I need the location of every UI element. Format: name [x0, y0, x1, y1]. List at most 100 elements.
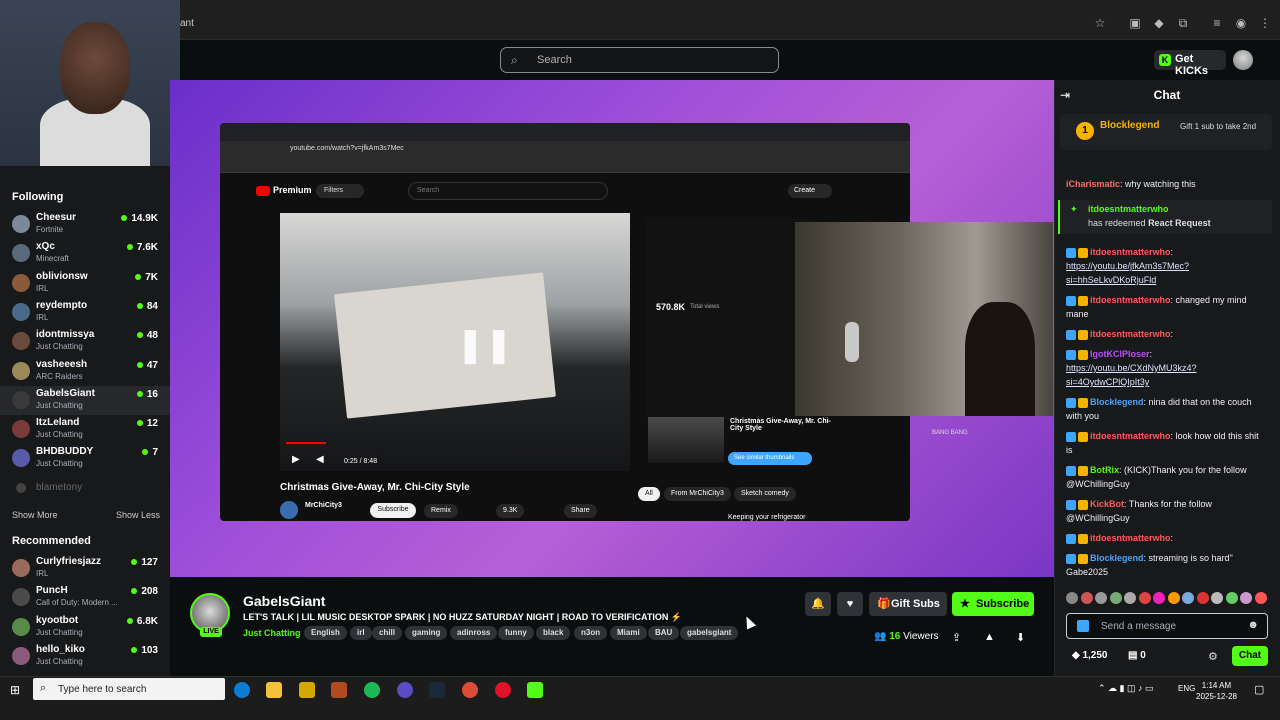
- emote-icon[interactable]: [1196, 592, 1209, 604]
- channel-points[interactable]: ◆ 1,250: [1072, 650, 1108, 661]
- chat-username[interactable]: KickBot: [1090, 499, 1124, 509]
- chat-username[interactable]: itdoesntmatterwho: [1090, 329, 1171, 339]
- app-icon-obs[interactable]: [331, 682, 347, 698]
- reading-list-icon[interactable]: ≡: [1210, 16, 1224, 30]
- tag-english[interactable]: English: [304, 626, 347, 640]
- chat-username[interactable]: IgotKClPloser: [1090, 349, 1150, 359]
- chat-link[interactable]: https://youtu.be/CXdNyMU3kz4?si=4OydwCPl…: [1066, 363, 1197, 387]
- streamer-name[interactable]: GabelsGiant: [243, 593, 325, 609]
- opera-icon[interactable]: [495, 682, 511, 698]
- emoji-icon[interactable]: ☻: [1247, 619, 1259, 631]
- emote-icon[interactable]: [1138, 592, 1151, 604]
- windows-start-icon[interactable]: ⊞: [10, 683, 20, 697]
- clock[interactable]: 1:14 AM 2025-12-28: [1196, 680, 1237, 702]
- taskbar-search[interactable]: ⌕ Type here to search: [33, 678, 225, 700]
- profile-icon[interactable]: ◉: [1234, 16, 1248, 30]
- share-icon[interactable]: ⇪: [952, 631, 961, 644]
- emote-icon[interactable]: [1225, 592, 1238, 604]
- menu-icon[interactable]: ⋮: [1258, 16, 1272, 30]
- tag-n3on[interactable]: n3on: [574, 626, 608, 640]
- tag-black[interactable]: black: [536, 626, 571, 640]
- chat-username[interactable]: BotRix: [1090, 465, 1119, 475]
- user-avatar[interactable]: [1233, 50, 1253, 70]
- emote-icon[interactable]: [1066, 592, 1078, 604]
- spotify-icon[interactable]: [364, 682, 380, 698]
- chat-send-button[interactable]: Chat: [1232, 646, 1268, 666]
- report-icon[interactable]: ▲: [984, 631, 995, 643]
- tray-icons[interactable]: ⌃ ☁ ▮ ◫ ♪ ▭: [1098, 683, 1154, 694]
- chat-username[interactable]: Blocklegend: [1090, 397, 1144, 407]
- chat-input[interactable]: Send a message ☻: [1066, 613, 1268, 639]
- sidebar-recommended-1[interactable]: PuncH Call of Duty: Modern ... 208: [0, 583, 170, 612]
- language-indicator[interactable]: ENG: [1178, 684, 1195, 693]
- chat-username[interactable]: itdoesntmatterwho: [1090, 431, 1171, 441]
- sidebar-recommended-3[interactable]: hello_kiko Just Chatting 103: [0, 642, 170, 671]
- chat-username[interactable]: itdoesntmatterwho: [1090, 247, 1171, 257]
- sidebar-following-0[interactable]: Cheesur Fortnite 14.9K: [0, 210, 170, 239]
- emote-icon[interactable]: [1240, 592, 1252, 604]
- browser-tab-title[interactable]: ant: [180, 18, 194, 29]
- sidebar-following-1[interactable]: xQc Minecraft 7.6K: [0, 239, 170, 268]
- extension-icon-2[interactable]: ◆: [1152, 16, 1166, 30]
- get-kicks-button[interactable]: K Get KICKs: [1154, 50, 1226, 77]
- sidebar-following-7[interactable]: ItzLeland Just Chatting 12: [0, 415, 170, 444]
- chat-username[interactable]: iCharismatic: [1066, 179, 1120, 189]
- chat-link[interactable]: https://youtu.be/jfkAm3s7Mec?si=hhSeLkvD…: [1066, 261, 1189, 285]
- sidebar-following-8[interactable]: BHDBUDDY Just Chatting 7: [0, 444, 170, 473]
- badge-icon: [1078, 397, 1088, 408]
- tag-bau[interactable]: BAU: [648, 626, 680, 640]
- tag-irl[interactable]: irl: [350, 626, 372, 640]
- emote-icon[interactable]: [1153, 592, 1165, 604]
- emote-icon[interactable]: [1109, 592, 1122, 604]
- extension-icon[interactable]: ▣: [1128, 16, 1142, 30]
- follow-heart-button[interactable]: ♥: [837, 592, 863, 616]
- steam-icon[interactable]: [429, 682, 445, 698]
- tag-gabelsgiant[interactable]: gabelsgiant: [680, 626, 739, 640]
- sidebar-following-4[interactable]: idontmissya Just Chatting 48: [0, 327, 170, 356]
- star-icon[interactable]: ☆: [1093, 16, 1107, 30]
- tag-gaming[interactable]: gaming: [405, 626, 448, 640]
- chat-settings-gear-icon[interactable]: ⚙: [1208, 650, 1218, 663]
- search-input[interactable]: ⌕ Search: [500, 47, 779, 73]
- kick-app-icon[interactable]: [527, 682, 543, 698]
- file-explorer-icon[interactable]: [266, 682, 282, 698]
- bell-icon[interactable]: 🔔: [805, 592, 831, 616]
- show-more-link[interactable]: Show More: [12, 510, 58, 520]
- sidebar-following-3[interactable]: reydempto IRL 84: [0, 298, 170, 327]
- emote-icon[interactable]: [1254, 592, 1267, 604]
- clip-icon[interactable]: ⬇: [1016, 631, 1025, 644]
- tag-chill[interactable]: chill: [372, 626, 403, 640]
- pinned-gift-banner[interactable]: 1 Blocklegend Gift 1 sub to take 2nd: [1060, 114, 1272, 150]
- edge-icon[interactable]: [234, 682, 250, 698]
- subscribe-button[interactable]: ★ Subscribe: [952, 592, 1034, 616]
- chat-username[interactable]: itdoesntmatterwho: [1090, 295, 1171, 305]
- app-icon-purple[interactable]: [397, 682, 413, 698]
- emote-icon[interactable]: [1182, 592, 1194, 604]
- store-icon[interactable]: [299, 682, 315, 698]
- kicks-balance[interactable]: ▤ 0: [1128, 650, 1146, 661]
- emote-bar[interactable]: [1066, 590, 1270, 606]
- emote-icon[interactable]: [1124, 592, 1136, 604]
- gift-subs-button[interactable]: 🎁 Gift Subs: [869, 592, 947, 616]
- sidebar-following-2[interactable]: oblivionsw IRL 7K: [0, 269, 170, 298]
- emote-icon[interactable]: [1167, 592, 1180, 604]
- stream-category[interactable]: Just Chatting: [243, 628, 301, 638]
- chrome-icon[interactable]: [462, 682, 478, 698]
- sidebar-recommended-2[interactable]: kyootbot Just Chatting 6.8K: [0, 613, 170, 642]
- sidebar-item-offline[interactable]: blametony: [12, 481, 162, 495]
- show-less-link[interactable]: Show Less: [116, 510, 160, 520]
- emote-icon[interactable]: [1211, 592, 1223, 604]
- search-icon: ⌕: [40, 682, 47, 694]
- tag-miami[interactable]: Miami: [610, 626, 647, 640]
- emote-icon[interactable]: [1095, 592, 1107, 604]
- puzzle-icon[interactable]: ⧉: [1176, 16, 1190, 30]
- sidebar-following-6[interactable]: GabelsGiant Just Chatting 16: [0, 385, 170, 415]
- sidebar-recommended-0[interactable]: Curlyfriesjazz IRL 127: [0, 554, 170, 583]
- notification-icon[interactable]: ▢: [1254, 683, 1264, 696]
- emote-icon[interactable]: [1080, 592, 1093, 604]
- sidebar-following-5[interactable]: vasheeesh ARC Raiders 47: [0, 357, 170, 386]
- tag-adinross[interactable]: adinross: [450, 626, 498, 640]
- chat-username[interactable]: Blocklegend: [1090, 553, 1144, 563]
- tag-funny[interactable]: funny: [498, 626, 534, 640]
- chat-username[interactable]: itdoesntmatterwho: [1090, 533, 1171, 543]
